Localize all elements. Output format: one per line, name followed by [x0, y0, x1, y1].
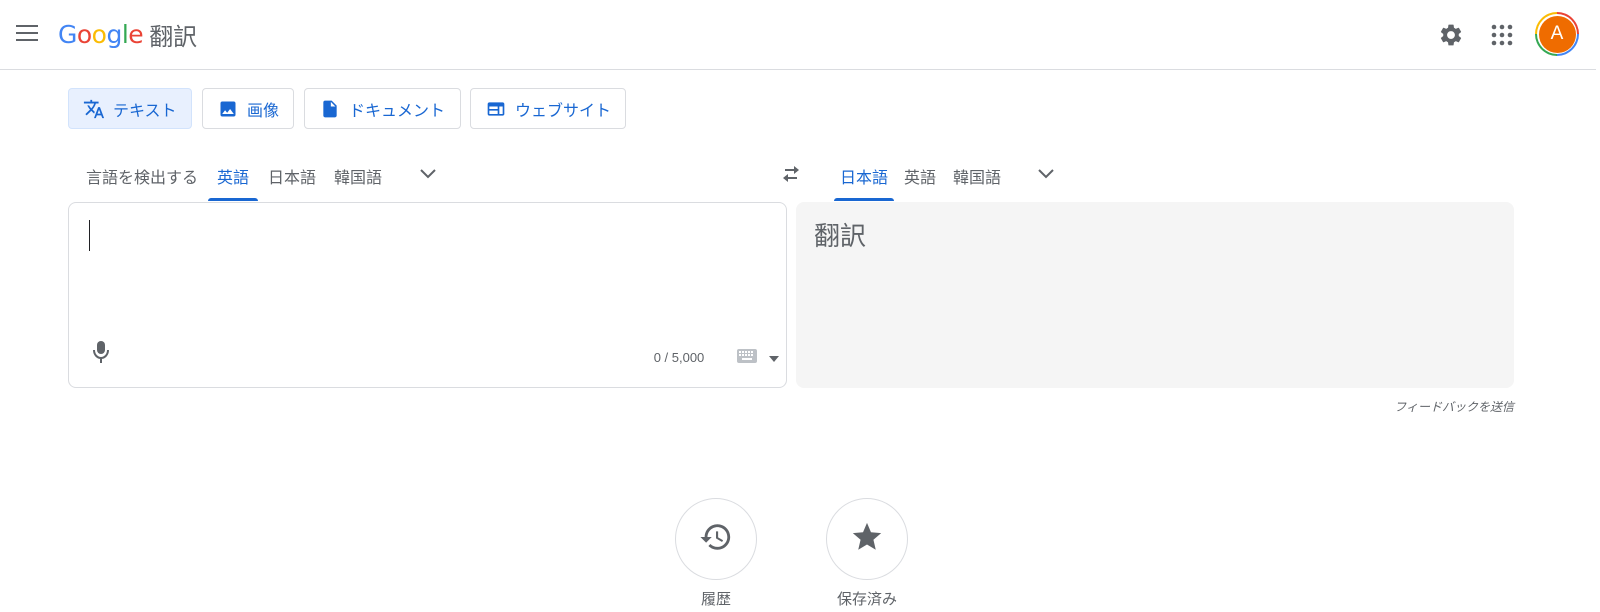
source-lang-detect[interactable]: 言語を検出する [82, 158, 202, 201]
image-icon [217, 98, 239, 120]
settings-gear-icon[interactable] [1433, 17, 1469, 53]
document-icon [319, 98, 341, 120]
product-name: 翻訳 [149, 23, 198, 51]
saved-label: 保存済み [836, 591, 897, 608]
target-lang-japanese[interactable]: 日本語 [834, 158, 894, 201]
apps-grid-icon[interactable] [1484, 17, 1520, 53]
send-feedback-link[interactable]: フィードバックを送信 [1394, 398, 1514, 415]
logo-letter: g [106, 19, 122, 49]
microphone-icon[interactable] [89, 339, 113, 365]
source-lang-japanese[interactable]: 日本語 [264, 158, 320, 201]
text-cursor [89, 220, 90, 251]
history-icon [699, 520, 733, 559]
translate-icon [83, 98, 105, 120]
google-wordmark: Google [58, 19, 144, 49]
mode-tab-label: 画像 [247, 102, 280, 120]
account-avatar-button[interactable]: A [1535, 12, 1579, 56]
history-button[interactable] [675, 498, 757, 580]
mode-tab-image[interactable]: 画像 [202, 88, 294, 129]
history-label: 履歴 [700, 591, 731, 608]
mode-tab-label: ウェブサイト [515, 102, 612, 120]
star-icon [850, 520, 884, 559]
saved-button[interactable] [826, 498, 908, 580]
keyboard-icon [737, 348, 757, 368]
mode-tab-website[interactable]: ウェブサイト [470, 88, 626, 129]
mode-tab-label: ドキュメント [349, 102, 446, 120]
logo-letter: o [91, 19, 107, 49]
source-lang-korean[interactable]: 韓国語 [330, 158, 386, 201]
avatar-gap: A [1537, 14, 1577, 54]
input-tools-keyboard-button[interactable] [713, 348, 779, 368]
top-app-bar: Google 翻訳 A [0, 0, 1596, 70]
target-lang-korean[interactable]: 韓国語 [950, 158, 1004, 201]
google-translate-logo[interactable]: Google 翻訳 [58, 17, 197, 51]
mode-tab-text[interactable]: テキスト [68, 88, 192, 129]
translation-output-panel: 翻訳 [796, 202, 1514, 388]
caret-down-icon [769, 349, 779, 367]
avatar: A [1538, 15, 1576, 53]
source-more-languages-chevron-down-icon[interactable] [414, 160, 442, 188]
menu-icon[interactable] [12, 18, 42, 48]
target-lang-english[interactable]: 英語 [900, 158, 940, 201]
character-counter: 0 / 5,000 [653, 350, 705, 365]
mode-tab-document[interactable]: ドキュメント [304, 88, 461, 129]
logo-letter: G [58, 19, 77, 49]
website-icon [485, 98, 507, 120]
logo-letter: e [128, 19, 144, 49]
mode-tab-label: テキスト [113, 102, 177, 120]
source-text-input[interactable] [87, 217, 767, 327]
logo-letter: o [76, 19, 92, 49]
translation-placeholder: 翻訳 [814, 221, 867, 251]
source-lang-english[interactable]: 英語 [208, 158, 258, 201]
target-more-languages-chevron-down-icon[interactable] [1032, 160, 1060, 188]
swap-languages-icon[interactable] [777, 160, 805, 188]
source-text-panel: 0 / 5,000 [68, 202, 787, 388]
